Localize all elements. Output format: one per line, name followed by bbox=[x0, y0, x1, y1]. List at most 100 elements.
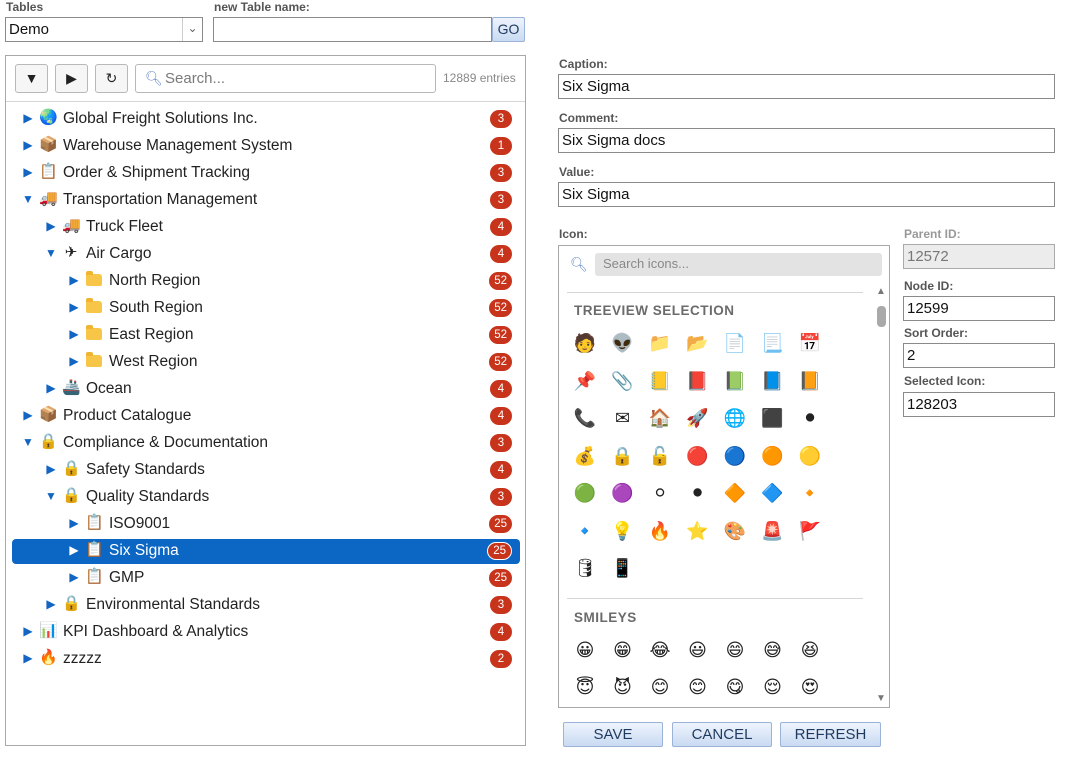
tree-row[interactable]: ▶ 🌏 Global Freight Solutions Inc. 3 bbox=[12, 107, 520, 132]
icon-option[interactable]: 😆 bbox=[798, 638, 822, 662]
scroll-down-icon[interactable]: ▼ bbox=[876, 693, 886, 704]
icon-option[interactable]: 🚀 bbox=[686, 406, 710, 430]
icon-option[interactable]: 🔓 bbox=[648, 444, 672, 468]
tree-row[interactable]: ▼ ✈ Air Cargo 4 bbox=[12, 242, 520, 267]
icon-option[interactable]: 📘 bbox=[761, 369, 785, 393]
collapsed-arrow-icon[interactable]: ▶ bbox=[22, 624, 34, 638]
icon-option[interactable]: 👽 bbox=[611, 331, 635, 355]
collapsed-arrow-icon[interactable]: ▶ bbox=[45, 597, 57, 611]
icon-option[interactable]: 🔒 bbox=[611, 444, 635, 468]
tree-row[interactable]: ▶ 📋 Six Sigma 25 bbox=[12, 539, 520, 564]
tree-row[interactable]: ▶ 🔥 zzzzz 2 bbox=[12, 647, 520, 672]
icon-option[interactable]: 🛢 bbox=[573, 556, 597, 580]
collapsed-arrow-icon[interactable]: ▶ bbox=[68, 273, 80, 287]
collapsed-arrow-icon[interactable]: ▶ bbox=[22, 651, 34, 665]
icon-option[interactable]: ✉ bbox=[611, 406, 635, 430]
icon-option[interactable]: 📅 bbox=[798, 331, 822, 355]
icon-option[interactable]: ⬛ bbox=[761, 406, 785, 430]
refresh-button[interactable]: REFRESH bbox=[780, 722, 881, 747]
expanded-arrow-icon[interactable]: ▼ bbox=[22, 435, 34, 449]
icon-option[interactable]: 📙 bbox=[798, 369, 822, 393]
icon-option[interactable]: 📒 bbox=[648, 369, 672, 393]
icon-option[interactable]: 🔷 bbox=[761, 481, 785, 505]
collapsed-arrow-icon[interactable]: ▶ bbox=[68, 300, 80, 314]
icon-option[interactable]: 🧑 bbox=[573, 331, 597, 355]
collapsed-arrow-icon[interactable]: ▶ bbox=[22, 138, 34, 152]
tree-row[interactable]: ▶ South Region 52 bbox=[12, 296, 520, 321]
icon-option[interactable]: 📁 bbox=[648, 331, 672, 355]
tree-row[interactable]: ▶ 🚚 Truck Fleet 4 bbox=[12, 215, 520, 240]
caption-input[interactable]: Six Sigma bbox=[558, 74, 1055, 99]
tree-row[interactable]: ▶ East Region 52 bbox=[12, 323, 520, 348]
icon-option[interactable]: 🟣 bbox=[611, 481, 635, 505]
expanded-arrow-icon[interactable]: ▼ bbox=[45, 489, 57, 503]
icon-option[interactable]: 😈 bbox=[611, 675, 635, 699]
tree-row[interactable]: ▶ North Region 52 bbox=[12, 269, 520, 294]
icon-option[interactable]: ⚫ bbox=[686, 481, 710, 505]
icon-option[interactable]: 📎 bbox=[611, 369, 635, 393]
collapsed-arrow-icon[interactable]: ▶ bbox=[22, 111, 34, 125]
icon-option[interactable]: 🔵 bbox=[723, 444, 747, 468]
icon-option[interactable]: ⚫ bbox=[798, 406, 822, 430]
tree-row[interactable]: ▶ 📋 ISO9001 25 bbox=[12, 512, 520, 537]
icon-option[interactable]: 🔥 bbox=[648, 519, 672, 543]
tree-search-input[interactable]: 🔍︎ Search... bbox=[135, 64, 436, 93]
cancel-button[interactable]: CANCEL bbox=[672, 722, 772, 747]
sort-order-input[interactable]: 2 bbox=[903, 343, 1055, 368]
collapsed-arrow-icon[interactable]: ▶ bbox=[68, 543, 80, 557]
scrollbar[interactable]: ▲ ▼ bbox=[876, 286, 886, 704]
icon-option[interactable]: ⭐ bbox=[686, 519, 710, 543]
icon-option[interactable]: 📌 bbox=[573, 369, 597, 393]
tree-row[interactable]: ▶ West Region 52 bbox=[12, 350, 520, 375]
collapsed-arrow-icon[interactable]: ▶ bbox=[68, 354, 80, 368]
icon-option[interactable]: 😄 bbox=[723, 638, 747, 662]
tree-row[interactable]: ▶ 📦 Product Catalogue 4 bbox=[12, 404, 520, 429]
icon-option[interactable]: 📗 bbox=[723, 369, 747, 393]
icon-option[interactable]: 🎨 bbox=[723, 519, 747, 543]
go-button[interactable]: GO bbox=[492, 17, 525, 42]
icon-option[interactable]: 😃 bbox=[686, 638, 710, 662]
scrollbar-thumb[interactable] bbox=[877, 306, 886, 327]
icon-option[interactable]: 🚨 bbox=[761, 519, 785, 543]
icon-option[interactable]: 😇 bbox=[573, 675, 597, 699]
tree-row[interactable]: ▶ 🚢 Ocean 4 bbox=[12, 377, 520, 402]
icon-option[interactable]: 💰 bbox=[573, 444, 597, 468]
icon-option[interactable]: 😍 bbox=[798, 675, 822, 699]
icon-option[interactable]: 💡 bbox=[611, 519, 635, 543]
value-input[interactable]: Six Sigma bbox=[558, 182, 1055, 207]
refresh-tree-button[interactable]: ↻ bbox=[95, 64, 128, 93]
collapsed-arrow-icon[interactable]: ▶ bbox=[22, 408, 34, 422]
icon-option[interactable]: ⚪ bbox=[648, 481, 672, 505]
icon-option[interactable]: 📕 bbox=[686, 369, 710, 393]
tree-row[interactable]: ▶ 📋 GMP 25 bbox=[12, 566, 520, 591]
expand-all-button[interactable]: ▶ bbox=[55, 64, 88, 93]
icon-option[interactable]: 🏠 bbox=[648, 406, 672, 430]
icon-option[interactable]: 😋 bbox=[723, 675, 747, 699]
icon-option[interactable]: 🔶 bbox=[723, 481, 747, 505]
collapsed-arrow-icon[interactable]: ▶ bbox=[45, 381, 57, 395]
new-table-name-input[interactable] bbox=[213, 17, 492, 42]
icon-option[interactable]: 😅 bbox=[761, 638, 785, 662]
icon-option[interactable]: 🟡 bbox=[798, 444, 822, 468]
icon-option[interactable]: 😊 bbox=[686, 675, 710, 699]
icon-option[interactable]: 🔸 bbox=[798, 481, 822, 505]
tree-row[interactable]: ▶ 📦 Warehouse Management System 1 bbox=[12, 134, 520, 159]
scroll-up-icon[interactable]: ▲ bbox=[876, 286, 886, 297]
chevron-down-icon[interactable]: ⌄ bbox=[182, 18, 202, 41]
tree-row[interactable]: ▼ 🔒 Compliance & Documentation 3 bbox=[12, 431, 520, 456]
collapsed-arrow-icon[interactable]: ▶ bbox=[45, 462, 57, 476]
expanded-arrow-icon[interactable]: ▼ bbox=[45, 246, 57, 260]
collapsed-arrow-icon[interactable]: ▶ bbox=[22, 165, 34, 179]
icon-option[interactable]: 📃 bbox=[761, 331, 785, 355]
tables-select[interactable]: Demo ⌄ bbox=[5, 17, 203, 42]
icon-option[interactable]: 😀 bbox=[573, 638, 597, 662]
icon-option[interactable]: 🟢 bbox=[573, 481, 597, 505]
node-id-input[interactable]: 12599 bbox=[903, 296, 1055, 321]
icon-search-input[interactable]: Search icons... bbox=[595, 253, 882, 276]
comment-input[interactable]: Six Sigma docs bbox=[558, 128, 1055, 153]
tree-row[interactable]: ▶ 📊 KPI Dashboard & Analytics 4 bbox=[12, 620, 520, 645]
icon-option[interactable]: 🚩 bbox=[798, 519, 822, 543]
tree-row[interactable]: ▶ 🔒 Environmental Standards 3 bbox=[12, 593, 520, 618]
tree-row[interactable]: ▶ 📋 Order & Shipment Tracking 3 bbox=[12, 161, 520, 186]
collapsed-arrow-icon[interactable]: ▶ bbox=[68, 516, 80, 530]
